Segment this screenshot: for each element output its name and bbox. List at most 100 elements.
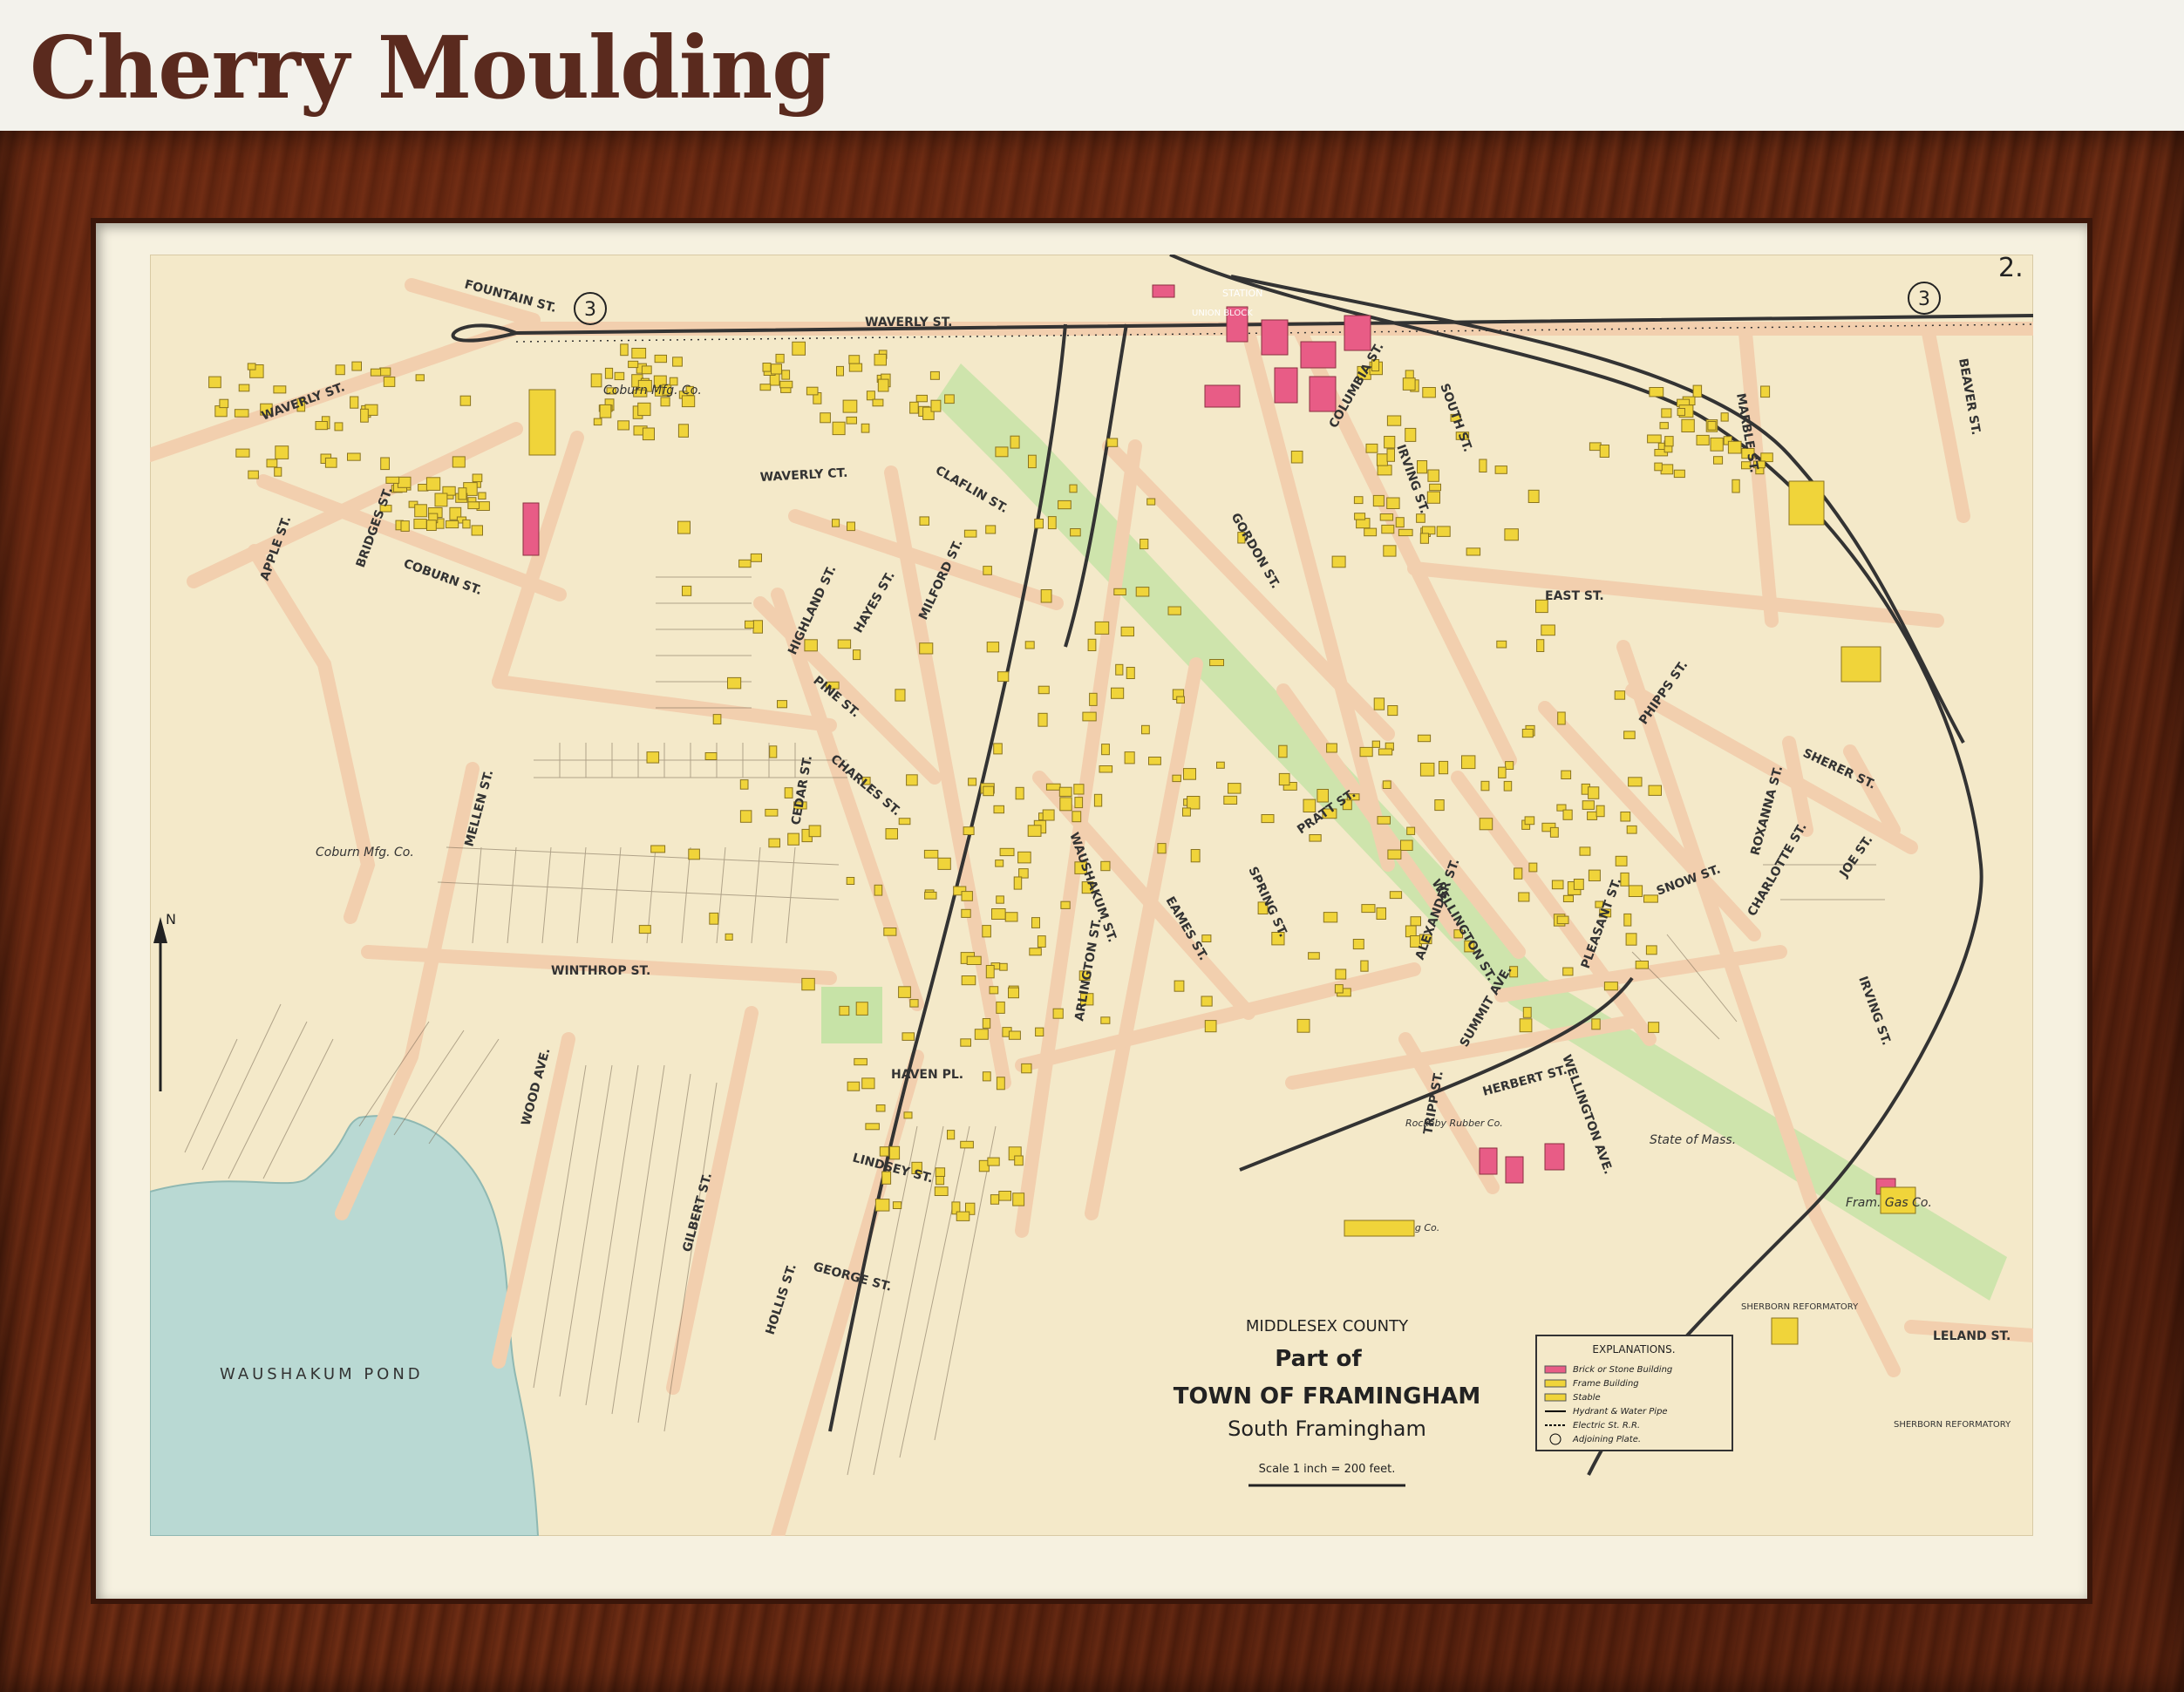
frame-building: [350, 396, 359, 409]
frame-building: [1174, 980, 1185, 992]
frame-building: [1378, 748, 1393, 756]
frame-building: [1261, 814, 1275, 824]
page-heading: Cherry Moulding: [30, 18, 832, 119]
frame-building: [275, 445, 289, 459]
frame-building: [1383, 545, 1397, 557]
framed-map[interactable]: 3 3 2. WAVERLY ST. FOUNTAIN ST. WAVERLY …: [143, 253, 2040, 1543]
frame-building: [1587, 811, 1598, 820]
frame-building: [985, 525, 997, 534]
frame-building: [982, 1018, 991, 1029]
frame-building: [777, 700, 787, 709]
frame-building: [1696, 434, 1710, 445]
frame-building: [1376, 907, 1386, 921]
frame-building: [637, 402, 651, 417]
frame-building: [883, 928, 897, 936]
frame-building: [997, 671, 1010, 683]
frame-building: [1148, 757, 1161, 765]
frame-building: [762, 363, 772, 372]
frame-building: [781, 370, 791, 380]
frame-building: [1635, 961, 1649, 969]
legend-swatch: [1544, 1379, 1567, 1388]
frame-building: [1519, 1018, 1533, 1033]
legend-item-label: Brick or Stone Building: [1573, 1365, 1672, 1375]
frame-building: [334, 422, 344, 431]
frame-building: [1106, 438, 1119, 447]
frame-building: [1047, 516, 1057, 530]
frame-building: [1503, 780, 1513, 792]
legend-item-label: Stable: [1573, 1393, 1601, 1403]
frame-building: [861, 1077, 875, 1090]
park-square: [821, 987, 882, 1043]
frame-building: [1008, 987, 1019, 999]
frame-building: [1528, 862, 1538, 873]
frame-building: [1099, 765, 1113, 773]
frame-building: [960, 1140, 974, 1149]
frame-building: [1089, 692, 1098, 706]
frame-building: [650, 845, 666, 853]
frame-building: [727, 676, 742, 690]
frame-building: [1615, 855, 1628, 866]
frame-building: [1387, 849, 1402, 860]
frame-building: [1384, 436, 1396, 449]
frame-building: [898, 818, 911, 826]
frame-building: [1541, 624, 1555, 636]
frame-building: [452, 456, 466, 468]
frame-building: [865, 1123, 880, 1131]
frame-building: [1588, 869, 1601, 881]
frame-building: [1645, 945, 1657, 955]
frame-building: [1100, 1016, 1111, 1024]
frame-building: [1422, 387, 1436, 398]
frame-building: [779, 380, 793, 389]
frame-building: [1111, 687, 1125, 699]
frame-building: [1643, 894, 1658, 903]
frame-building: [248, 470, 259, 479]
frame-building: [1582, 800, 1595, 810]
frame-building: [1760, 452, 1773, 463]
frame-building: [982, 925, 991, 938]
frame-building: [1429, 483, 1441, 492]
frame-building: [961, 891, 973, 901]
frame-building: [238, 384, 250, 392]
frame-building: [1599, 445, 1609, 458]
frame-building: [1296, 1018, 1310, 1033]
frame-building: [769, 745, 778, 758]
frame-building: [966, 955, 982, 966]
frame-building: [617, 420, 630, 431]
frame-building: [999, 962, 1008, 971]
reformatory-label: SHERBORN REFORMATORY: [1741, 1302, 1859, 1312]
frame-building: [1521, 729, 1534, 738]
frame-building: [1557, 711, 1566, 725]
frame-building: [889, 1145, 901, 1160]
frame-building: [1648, 785, 1662, 796]
frame-building: [709, 912, 719, 925]
legend-swatch: [1544, 1365, 1567, 1374]
frame-building: [787, 832, 799, 846]
frame-building: [1480, 780, 1490, 792]
frame-building: [1013, 876, 1023, 890]
gas-co-label: Fram. Gas Co.: [1846, 1196, 1932, 1210]
frame-building: [426, 520, 437, 532]
frame-building: [1400, 839, 1413, 851]
frame-building: [1386, 448, 1395, 462]
street-label: HAVEN PL.: [891, 1068, 963, 1082]
frame-building: [266, 459, 278, 468]
frame-building: [1648, 1022, 1660, 1033]
frame-building: [968, 778, 977, 786]
legend-item-label: Electric St. R.R.: [1573, 1421, 1640, 1430]
frame-building: [1141, 724, 1150, 735]
frame-building: [1395, 517, 1405, 528]
frame-building: [1727, 440, 1742, 454]
frame-building: [839, 1005, 850, 1016]
frame-building: [1335, 968, 1347, 980]
frame-building: [1120, 626, 1134, 637]
frame-building: [628, 360, 639, 369]
frame-building: [987, 1157, 1000, 1166]
frame-building: [999, 847, 1015, 857]
frame-building: [1628, 777, 1643, 787]
frame-building: [1373, 697, 1385, 710]
frame-building: [898, 986, 911, 998]
frame-building: [995, 860, 1004, 867]
frame-building: [1406, 826, 1416, 835]
frame-building: [234, 409, 249, 418]
frame-building: [1072, 811, 1082, 823]
